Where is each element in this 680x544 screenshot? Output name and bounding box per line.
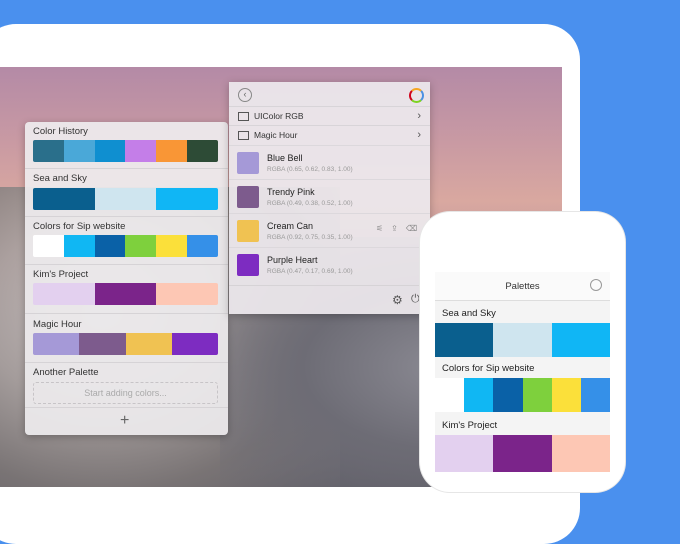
divider <box>25 407 228 408</box>
divider <box>229 285 430 286</box>
divider <box>25 216 228 217</box>
color-swatch[interactable] <box>94 188 157 210</box>
phone-header: Palettes <box>435 272 610 301</box>
gear-icon[interactable]: ⚙ <box>392 293 403 307</box>
color-swatch[interactable] <box>125 140 157 162</box>
color-swatch[interactable] <box>63 235 95 257</box>
palette-title: Sea and Sky <box>33 173 87 184</box>
add-palette-button[interactable]: + <box>120 412 129 430</box>
back-icon[interactable]: ‹ <box>238 88 252 102</box>
color-swatch[interactable] <box>33 333 80 355</box>
phone-title: Palettes <box>505 281 540 292</box>
palette-title: Magic Hour <box>33 319 82 330</box>
color-swatch[interactable] <box>435 378 465 412</box>
color-swatch[interactable] <box>156 140 188 162</box>
color-swatch[interactable] <box>33 283 95 305</box>
palette-title: Colors for Sip website <box>442 363 535 374</box>
divider <box>25 362 228 363</box>
color-swatch[interactable] <box>551 435 610 472</box>
color-name: Trendy Pink <box>267 187 315 197</box>
color-value: RGBA (0.49, 0.38, 0.52, 1.00) <box>267 200 353 207</box>
color-swatch[interactable] <box>33 140 64 162</box>
color-name: Cream Can <box>267 221 314 231</box>
palette-selector[interactable]: Magic Hour › <box>229 125 430 144</box>
color-swatch[interactable] <box>33 188 95 210</box>
color-swatch[interactable] <box>493 323 552 357</box>
color-swatch[interactable] <box>156 235 188 257</box>
color-swatch[interactable] <box>33 235 64 257</box>
color-item[interactable]: Blue Bell RGBA (0.65, 0.62, 0.83, 1.00) <box>229 145 430 180</box>
divider <box>25 168 228 169</box>
power-icon[interactable]: ⏻ <box>411 293 420 306</box>
color-swatch[interactable] <box>79 333 126 355</box>
color-swatch[interactable] <box>125 235 157 257</box>
palette-swatches[interactable] <box>33 140 218 162</box>
user-icon[interactable] <box>590 279 602 291</box>
palette-title: Kim's Project <box>33 269 89 280</box>
divider <box>25 264 228 265</box>
color-swatch <box>237 254 259 276</box>
phone-screen: Palettes Sea and Sky Colors for Sip webs… <box>435 272 610 472</box>
palette-label: Magic Hour <box>254 130 298 140</box>
palette-swatches[interactable] <box>33 235 218 257</box>
display-icon <box>238 112 249 121</box>
color-swatch[interactable] <box>94 235 126 257</box>
color-swatch[interactable] <box>156 188 218 210</box>
color-swatch[interactable] <box>171 333 218 355</box>
color-swatch[interactable] <box>187 140 218 162</box>
color-swatch[interactable] <box>187 235 218 257</box>
color-value: RGBA (0.92, 0.75, 0.35, 1.00) <box>267 234 353 241</box>
palette-icon <box>238 131 249 140</box>
color-swatch[interactable] <box>493 435 552 472</box>
palette-title: Color History <box>33 126 88 137</box>
palette-swatches[interactable] <box>33 188 218 210</box>
color-swatch[interactable] <box>63 140 95 162</box>
format-selector[interactable]: UIColor RGB › <box>229 106 430 125</box>
row-tools: ⚟⇪⌫ <box>376 224 425 233</box>
color-item[interactable]: Purple Heart RGBA (0.47, 0.17, 0.69, 1.0… <box>229 247 430 282</box>
color-swatch[interactable] <box>493 378 523 412</box>
color-item[interactable]: Trendy Pink RGBA (0.49, 0.38, 0.52, 1.00… <box>229 179 430 214</box>
color-swatch[interactable] <box>551 378 581 412</box>
color-swatch[interactable] <box>551 323 610 357</box>
color-swatch[interactable] <box>435 323 494 357</box>
color-item[interactable]: Cream Can RGBA (0.92, 0.75, 0.35, 1.00) … <box>229 213 430 248</box>
color-swatch[interactable] <box>94 283 157 305</box>
color-swatch[interactable] <box>156 283 218 305</box>
chevron-right-icon: › <box>417 129 421 141</box>
color-value: RGBA (0.65, 0.62, 0.83, 1.00) <box>267 166 353 173</box>
color-swatch <box>237 152 259 174</box>
chevron-right-icon: › <box>417 110 421 122</box>
palette-detail-panel: ‹ UIColor RGB › Magic Hour › Blue Bell R… <box>229 82 430 314</box>
divider <box>25 313 228 314</box>
color-swatch <box>237 186 259 208</box>
palette-swatches[interactable] <box>435 378 610 412</box>
share-icon[interactable]: ⇪ <box>391 224 406 233</box>
color-swatch <box>237 220 259 242</box>
color-swatch[interactable] <box>522 378 552 412</box>
palette-title: Sea and Sky <box>442 308 496 319</box>
color-picker-icon[interactable] <box>409 88 424 103</box>
format-label: UIColor RGB <box>254 111 304 121</box>
palette-list-panel: Color History Sea and Sky Colors for Sip… <box>25 122 228 435</box>
color-name: Purple Heart <box>267 255 318 265</box>
color-swatch[interactable] <box>464 378 494 412</box>
palette-swatches[interactable] <box>33 283 218 305</box>
color-swatch[interactable] <box>580 378 610 412</box>
palette-swatches[interactable] <box>33 333 218 355</box>
palette-title: Another Palette <box>33 367 99 378</box>
color-swatch[interactable] <box>94 140 126 162</box>
color-swatch[interactable] <box>435 435 494 472</box>
color-value: RGBA (0.47, 0.17, 0.69, 1.00) <box>267 268 353 275</box>
color-swatch[interactable] <box>125 333 172 355</box>
palette-swatches[interactable] <box>435 323 610 357</box>
add-colors-dropzone[interactable]: Start adding colors... <box>33 382 218 404</box>
palette-title: Kim's Project <box>442 420 498 431</box>
palette-swatches[interactable] <box>435 435 610 472</box>
sliders-icon[interactable]: ⚟ <box>376 224 391 233</box>
color-name: Blue Bell <box>267 153 303 163</box>
palette-title: Colors for Sip website <box>33 221 126 232</box>
